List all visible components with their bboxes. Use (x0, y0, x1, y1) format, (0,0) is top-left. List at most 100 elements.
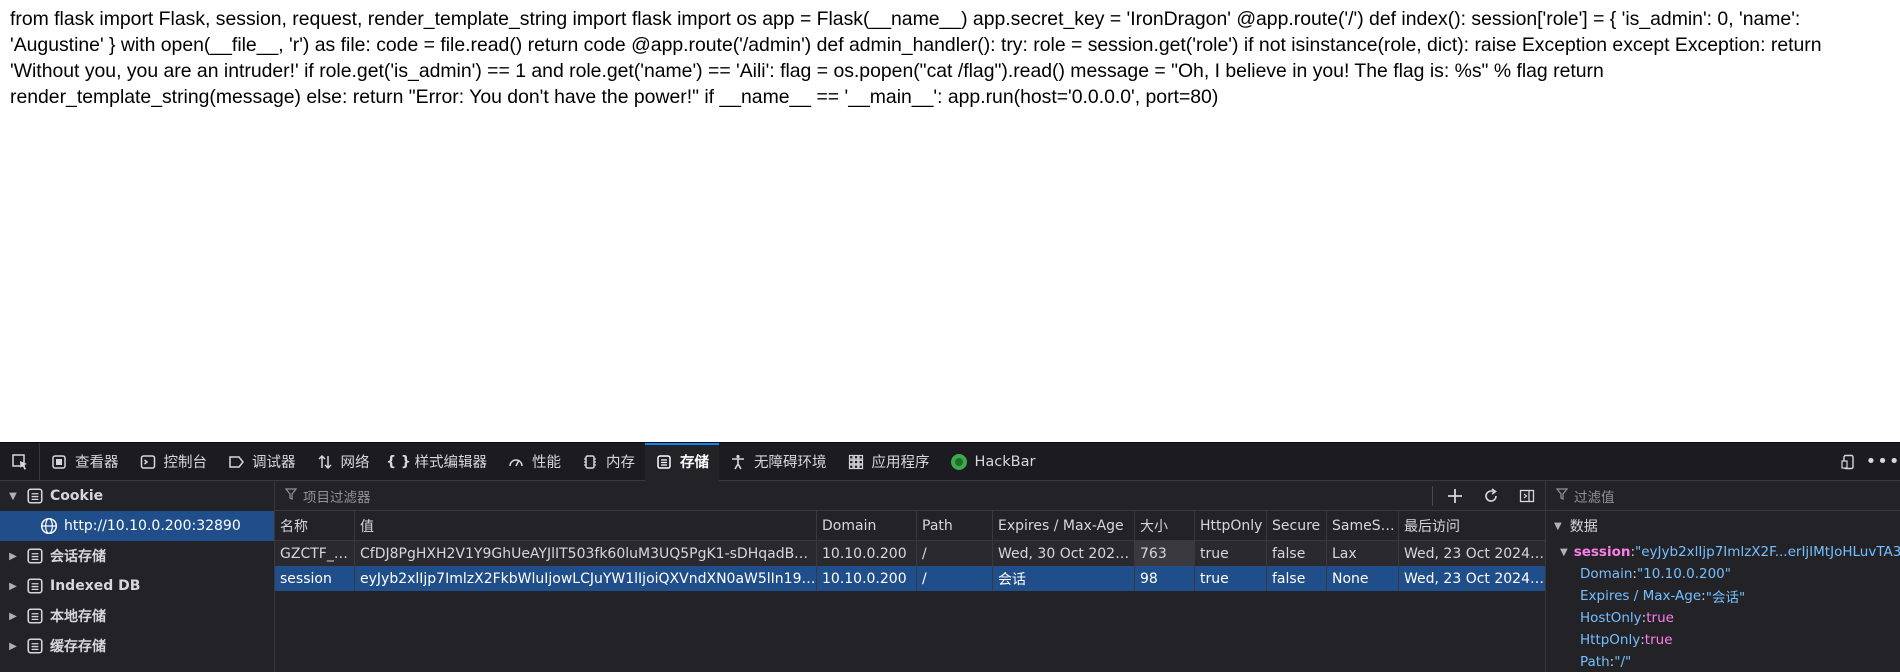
item-filter-bar[interactable]: 项目过滤器 (275, 481, 1545, 511)
table-row[interactable]: session eyJyb2xlIjp7ImlzX2FkbWluIjowLCJu… (275, 566, 1545, 591)
collapsed-triangle-icon: ▶ (9, 580, 17, 592)
database-icon (27, 578, 43, 594)
tree-cookie[interactable]: ▼ Cookie (0, 481, 274, 511)
cell-value: CfDJ8PgHXH2V1Y9GhUeAYJlIT503fk60luM3UQ5P… (355, 541, 817, 566)
performance-icon (507, 453, 525, 471)
cookie-table-area: 项目过滤器 名称 值 Domain Path Expires / Max-Age… (275, 481, 1545, 672)
more-options-icon[interactable]: ••• (1866, 443, 1900, 481)
attr-row[interactable]: HttpOnly: true (1546, 629, 1900, 651)
filter-icon (284, 487, 298, 504)
table-row[interactable]: GZCTF_T... CfDJ8PgHXH2V1Y9GhUeAYJlIT503f… (275, 541, 1545, 566)
tab-label: 控制台 (163, 455, 208, 471)
tab-storage[interactable]: 存储 (645, 442, 719, 481)
session-entry[interactable]: ▼ session: "eyJyb2xlIjp7ImlzX2F...erIjIMt… (1546, 541, 1900, 563)
column-header-last-accessed[interactable]: 最后访问 (1399, 511, 1545, 540)
toggle-sidebar-icon[interactable] (1509, 481, 1545, 511)
collapsed-triangle-icon: ▶ (9, 550, 17, 562)
tree-local-storage[interactable]: ▶ 本地存储 (0, 601, 274, 631)
table-header: 名称 值 Domain Path Expires / Max-Age 大小 Ht… (275, 511, 1545, 541)
console-icon (139, 453, 157, 471)
column-header-name[interactable]: 名称 (275, 511, 355, 540)
value-filter-input[interactable]: 过滤值 (1574, 486, 1615, 506)
refresh-icon[interactable] (1473, 481, 1509, 511)
tab-application[interactable]: 应用程序 (837, 443, 940, 481)
cell-size: 763 (1135, 541, 1195, 566)
tab-console[interactable]: 控制台 (129, 443, 218, 481)
attr-key: Path (1580, 654, 1610, 670)
cell-httponly: true (1195, 566, 1267, 591)
tab-inspector[interactable]: 查看器 (40, 443, 129, 481)
cell-domain: 10.10.0.200 (817, 541, 917, 566)
cell-value: eyJyb2xlIjp7ImlzX2FkbWluIjowLCJuYW1lIjoi… (355, 566, 817, 591)
cell-size: 98 (1135, 566, 1195, 591)
cell-secure: false (1267, 541, 1327, 566)
tab-memory[interactable]: 内存 (571, 443, 645, 481)
tab-label: 网络 (340, 455, 370, 471)
database-icon (27, 488, 43, 504)
cell-last-accessed: Wed, 23 Oct 2024 ... (1404, 570, 1545, 587)
hackbar-icon (950, 453, 968, 471)
responsive-design-icon[interactable] (1832, 443, 1866, 481)
cell-path: / (917, 566, 993, 591)
expanded-triangle-icon: ▼ (1560, 546, 1568, 558)
tree-label: Cookie (50, 488, 104, 504)
column-header-expires[interactable]: Expires / Max-Age (993, 511, 1135, 540)
attr-row[interactable]: Expires / Max-Age: "会话" (1546, 585, 1900, 607)
tab-label: 性能 (532, 455, 561, 471)
attr-key: Domain (1580, 566, 1633, 582)
tree-cache-storage[interactable]: ▶ 缓存存储 (0, 631, 274, 661)
tab-network[interactable]: 网络 (306, 443, 380, 481)
database-icon (27, 548, 43, 564)
tab-performance[interactable]: 性能 (497, 443, 571, 481)
column-header-value[interactable]: 值 (355, 511, 817, 540)
item-filter-input[interactable]: 项目过滤器 (303, 486, 371, 506)
attr-value: true (1644, 632, 1673, 648)
column-header-httponly[interactable]: HttpOnly (1195, 511, 1267, 540)
column-header-samesite[interactable]: SameSite (1327, 511, 1399, 540)
cell-samesite: None (1327, 566, 1399, 591)
tab-hackbar[interactable]: HackBar (940, 443, 1046, 481)
session-key: session (1573, 544, 1631, 560)
storage-icon (655, 453, 673, 471)
data-section-header[interactable]: ▼ 数据 (1546, 511, 1900, 541)
devtools-panel: 查看器 控制台 调试器 网络 { } 样式编辑器 性能 内存 存储 无障碍环境 … (0, 442, 1900, 672)
tab-label: 存储 (680, 455, 709, 471)
tab-style-editor[interactable]: { } 样式编辑器 (380, 443, 498, 481)
column-header-path[interactable]: Path (917, 511, 993, 540)
expanded-triangle-icon: ▼ (9, 490, 17, 502)
value-filter-bar[interactable]: 过滤值 (1546, 481, 1900, 511)
table-actions (1432, 481, 1545, 511)
tab-label: HackBar (974, 453, 1036, 470)
tab-debugger[interactable]: 调试器 (217, 443, 306, 481)
column-header-secure[interactable]: Secure (1267, 511, 1327, 540)
session-value: "eyJyb2xlIjp7ImlzX2F...erIjIMtJoHLuvTA3L… (1635, 544, 1900, 560)
page-source-code: from flask import Flask, session, reques… (10, 8, 1822, 108)
cell-domain: 10.10.0.200 (817, 566, 917, 591)
network-icon (316, 453, 334, 471)
cell-expires: Wed, 30 Oct 2024 ... (993, 541, 1135, 566)
column-header-size[interactable]: 大小 (1135, 511, 1195, 540)
tree-indexed-db[interactable]: ▶ Indexed DB (0, 571, 274, 601)
add-item-icon[interactable] (1437, 481, 1473, 511)
attr-row[interactable]: Domain: "10.10.0.200" (1546, 563, 1900, 585)
attr-value: "10.10.0.200" (1636, 566, 1731, 582)
attr-key: Expires / Max-Age (1580, 588, 1702, 604)
attr-row[interactable]: Path: "/" (1546, 651, 1900, 672)
element-picker-icon[interactable] (0, 442, 40, 481)
column-header-domain[interactable]: Domain (817, 511, 917, 540)
tab-label: 调试器 (252, 455, 296, 471)
tree-cookie-host[interactable]: http://10.10.0.200:32890 (0, 511, 274, 541)
database-icon (27, 608, 43, 624)
attr-value: "/" (1614, 654, 1632, 670)
cell-path: / (917, 541, 993, 566)
tab-accessibility[interactable]: 无障碍环境 (719, 443, 837, 481)
tab-label: 内存 (606, 455, 635, 471)
inspector-icon (50, 453, 68, 471)
cell-secure: false (1267, 566, 1327, 591)
tree-session-storage[interactable]: ▶ 会话存储 (0, 541, 274, 571)
divider (1432, 485, 1433, 506)
attr-row[interactable]: HostOnly: true (1546, 607, 1900, 629)
data-label: 数据 (1569, 519, 1598, 535)
attr-value: true (1646, 610, 1674, 626)
tree-label: Indexed DB (50, 578, 141, 594)
